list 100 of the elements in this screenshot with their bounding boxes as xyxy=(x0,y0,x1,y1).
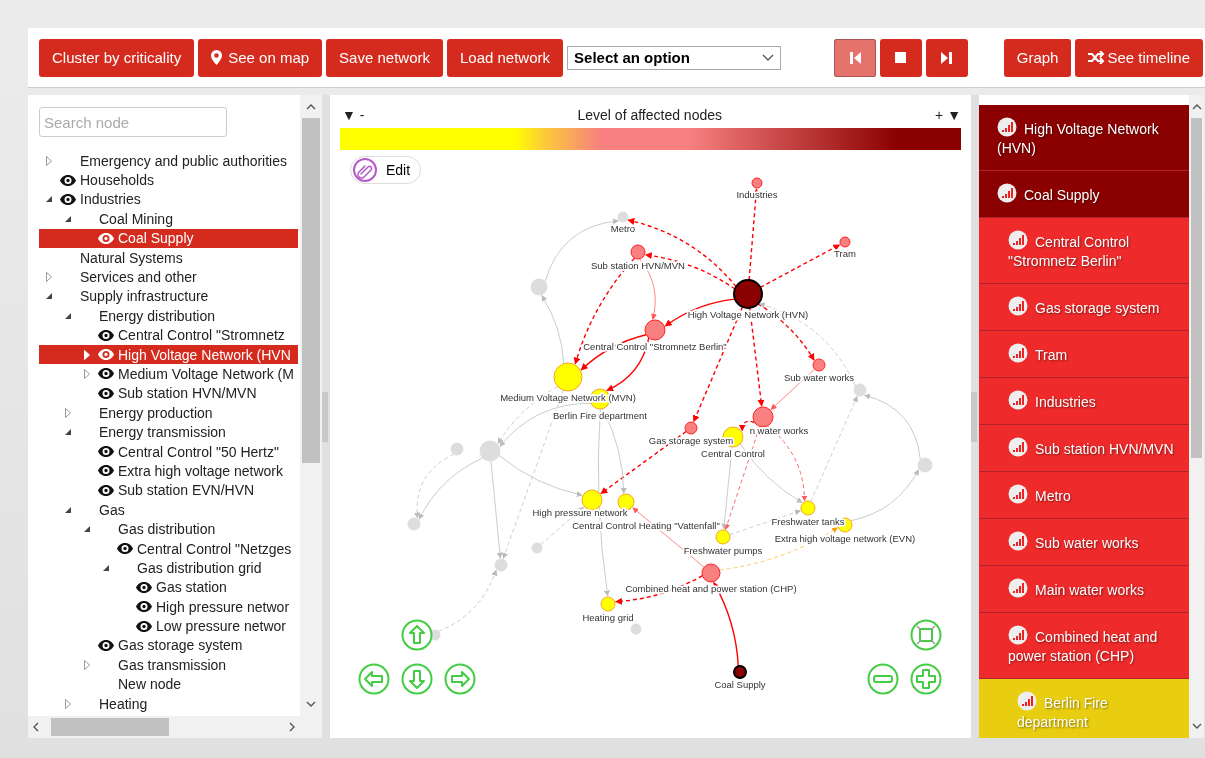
eye-icon[interactable] xyxy=(135,620,152,632)
toolbar-button[interactable]: Cluster by criticality xyxy=(39,38,195,77)
pan-left-icon[interactable] xyxy=(358,663,390,695)
graph-node[interactable] xyxy=(644,319,666,341)
graph-node[interactable] xyxy=(812,358,826,372)
graph-button[interactable]: Graph xyxy=(1003,38,1072,77)
impact-list-item[interactable]: Metro xyxy=(979,472,1189,519)
zoom-out-icon[interactable] xyxy=(867,663,899,695)
tree-item[interactable]: Sub station HVN/MVN xyxy=(39,383,298,404)
impact-list-item[interactable]: Tram xyxy=(979,331,1189,378)
graph-node[interactable] xyxy=(800,500,816,516)
scrollbar-thumb[interactable] xyxy=(302,118,320,463)
tree-item[interactable]: Central Control "Netzges xyxy=(39,538,298,559)
eye-icon[interactable] xyxy=(97,446,114,458)
expanded-triangle-icon[interactable] xyxy=(82,525,91,534)
eye-icon[interactable] xyxy=(135,601,152,613)
next-button[interactable] xyxy=(925,38,968,77)
edit-button[interactable]: Edit xyxy=(350,156,422,184)
tree-item[interactable]: Gas xyxy=(39,500,298,520)
impact-list-item[interactable]: Industries xyxy=(979,378,1189,425)
tree-item[interactable]: Central Control "Stromnetz xyxy=(39,325,298,345)
graph-node[interactable] xyxy=(600,596,616,612)
tree-item[interactable]: Extra high voltage network xyxy=(39,461,298,481)
pan-up-icon[interactable] xyxy=(401,619,433,651)
tree-item[interactable]: Natural Systems xyxy=(39,247,298,268)
tree-item[interactable]: Supply infrastructure xyxy=(39,286,298,307)
tree-item[interactable]: Emergency and public authorities xyxy=(39,151,298,171)
stop-button[interactable] xyxy=(879,38,922,77)
collapsed-triangle-icon[interactable] xyxy=(45,272,52,283)
tree-item[interactable]: Gas storage system xyxy=(39,635,298,656)
eye-icon[interactable] xyxy=(59,193,76,205)
eye-icon[interactable] xyxy=(97,329,114,341)
tree-item[interactable]: High pressure networ xyxy=(39,597,298,617)
tree-item[interactable]: Low pressure networ xyxy=(39,616,298,636)
expanded-triangle-icon[interactable] xyxy=(44,292,53,301)
zoom-in-icon[interactable] xyxy=(910,663,942,695)
scroll-up-icon[interactable] xyxy=(1191,103,1202,110)
impact-list-item[interactable]: Gas storage system xyxy=(979,284,1189,331)
eye-icon[interactable] xyxy=(97,465,114,477)
expanded-triangle-icon[interactable] xyxy=(63,428,72,437)
collapsed-triangle-icon[interactable] xyxy=(83,659,90,670)
scroll-right-icon[interactable] xyxy=(289,722,296,732)
see-timeline-button[interactable]: See timeline xyxy=(1075,38,1203,77)
eye-icon[interactable] xyxy=(97,484,114,496)
impact-list-item[interactable]: Coal Supply xyxy=(979,171,1189,218)
see-on-map-button[interactable]: See on map xyxy=(198,38,323,77)
graph-node[interactable] xyxy=(701,563,721,583)
tree-item[interactable]: Energy transmission xyxy=(39,422,298,442)
eye-icon[interactable] xyxy=(97,387,114,399)
tree-item[interactable]: Gas distribution xyxy=(39,519,298,539)
tree-item[interactable]: Gas distribution grid xyxy=(39,558,298,578)
tree-item[interactable]: Households xyxy=(39,170,298,190)
tree-item[interactable]: Services and other xyxy=(39,267,298,287)
increase-level-toggle[interactable]: + ▼ xyxy=(935,107,961,128)
expanded-triangle-icon[interactable] xyxy=(63,505,72,514)
option-select[interactable]: Select an option xyxy=(567,45,782,70)
graph-node[interactable] xyxy=(733,665,747,679)
tree-item[interactable]: Medium Voltage Network (M xyxy=(39,364,298,384)
impact-list-item[interactable]: High Voltage Network (HVN) xyxy=(979,105,1189,171)
tree-item[interactable]: Energy distribution xyxy=(39,306,298,326)
eye-icon[interactable] xyxy=(59,174,76,186)
tree-item[interactable]: Coal Supply xyxy=(39,228,298,248)
impact-list-item[interactable]: Sub water works xyxy=(979,519,1189,566)
toolbar-button[interactable]: Load network xyxy=(447,38,564,77)
collapsed-triangle-icon[interactable] xyxy=(64,407,71,418)
eye-icon[interactable] xyxy=(97,368,114,380)
tree-item[interactable]: Sub station EVN/HVN xyxy=(39,480,298,501)
scroll-up-icon[interactable] xyxy=(306,103,316,110)
tree-item[interactable]: New node xyxy=(39,674,298,694)
graph-node[interactable] xyxy=(617,493,635,511)
impact-list-item[interactable]: Sub station HVN/MVN xyxy=(979,425,1189,472)
collapsed-triangle-icon[interactable] xyxy=(64,698,71,709)
tree-item[interactable]: Gas transmission xyxy=(39,655,298,675)
search-field[interactable]: Search node xyxy=(39,107,227,137)
tree-item[interactable]: Central Control "50 Hertz" xyxy=(39,441,298,462)
impact-list-item[interactable]: Central Control "Stromnetz Berlin" xyxy=(979,218,1189,284)
expanded-triangle-icon[interactable] xyxy=(63,311,72,320)
eye-icon[interactable] xyxy=(135,581,152,593)
expanded-triangle-icon[interactable] xyxy=(44,195,53,204)
toolbar-button[interactable]: Save network xyxy=(326,38,443,77)
expanded-triangle-icon[interactable] xyxy=(101,563,110,572)
decrease-level-toggle[interactable]: ▼ - xyxy=(342,107,365,128)
graph-node[interactable] xyxy=(752,406,774,428)
scrollbar-thumb[interactable] xyxy=(1191,118,1202,458)
impact-list-item[interactable]: Combined heat and power station (CHP) xyxy=(979,613,1189,679)
eye-icon[interactable] xyxy=(97,639,114,651)
graph-node[interactable] xyxy=(751,177,763,189)
graph-node[interactable] xyxy=(684,421,698,435)
pan-right-icon[interactable] xyxy=(444,663,476,695)
tree-item[interactable]: Heating xyxy=(39,693,298,714)
tree-item[interactable]: Industries xyxy=(39,189,298,210)
scroll-down-icon[interactable] xyxy=(306,701,316,708)
tree-item[interactable]: Gas station xyxy=(39,577,298,597)
pan-down-icon[interactable] xyxy=(401,663,433,695)
tree-item[interactable]: Energy production xyxy=(39,403,298,423)
fit-to-screen-icon[interactable] xyxy=(910,619,942,651)
collapsed-triangle-icon[interactable] xyxy=(83,369,90,379)
graph-node[interactable] xyxy=(630,244,646,260)
scrollbar-thumb[interactable] xyxy=(51,718,169,736)
graph-node[interactable] xyxy=(553,362,583,392)
